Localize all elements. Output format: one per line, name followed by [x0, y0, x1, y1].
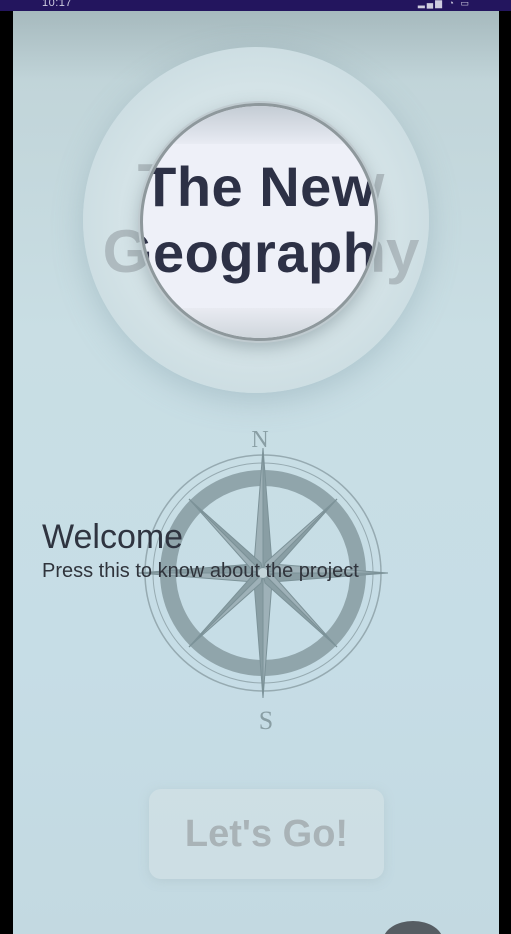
welcome-card[interactable]: Welcome Press this to know about the pro… — [42, 517, 482, 583]
lens-bottom-band — [143, 308, 375, 338]
app-title-line1: The New — [142, 155, 376, 218]
welcome-subtitle: Press this to know about the project — [42, 560, 359, 582]
magnifier-logo: The New Geography — [140, 103, 378, 341]
status-icons: ▂▄▆ ◔ ▭ — [417, 0, 471, 8]
status-bar: 10:17 ▂▄▆ ◔ ▭ — [0, 0, 511, 11]
lens-shine — [143, 106, 375, 144]
floating-overlay — [383, 921, 443, 934]
lets-go-button[interactable]: Let's Go! — [149, 789, 384, 879]
compass-north-label: N — [251, 427, 268, 453]
status-time: 10:17 — [42, 0, 73, 9]
app-title-line2: Geography — [143, 221, 378, 284]
app-screen: The New Geography The New Geography — [13, 11, 499, 934]
app-title: The New Geography — [142, 154, 378, 286]
welcome-title: Welcome — [42, 518, 184, 556]
compass-south-label: S — [259, 706, 273, 733]
